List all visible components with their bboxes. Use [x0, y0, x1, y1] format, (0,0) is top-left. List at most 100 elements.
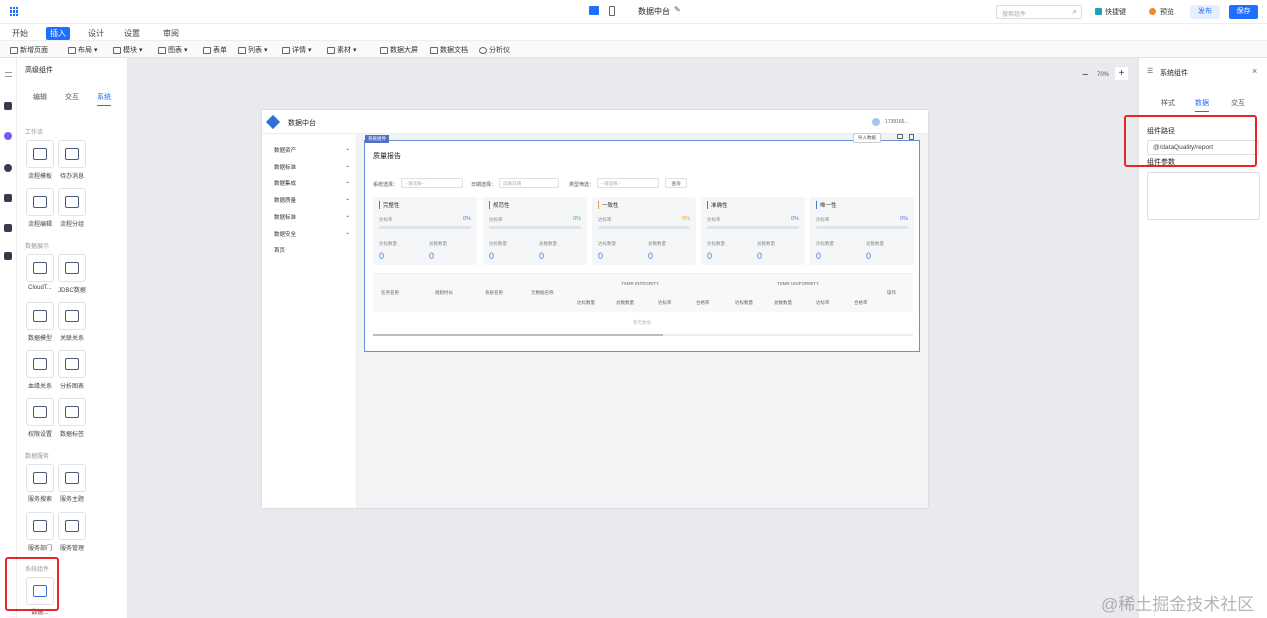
query-button[interactable]: 查询	[665, 178, 687, 188]
component-flow-template[interactable]	[26, 140, 54, 168]
component-data-model[interactable]	[26, 302, 54, 330]
nav-item[interactable]: 数据标准 ⌄	[274, 163, 350, 171]
tool-label: 详情 ▾	[292, 47, 312, 54]
scrollbar-thumb[interactable]	[373, 334, 663, 336]
component-data-tag[interactable]	[58, 398, 86, 426]
tool-analyzer[interactable]: 分析仪	[479, 45, 510, 55]
section-title: 数据服务	[25, 454, 50, 460]
metric-pass-value: 0	[707, 251, 713, 261]
nav-item[interactable]: 数据安全 ⌄	[274, 230, 350, 238]
component-relation[interactable]	[58, 302, 86, 330]
metric-progress-bar	[816, 226, 908, 229]
tab-data[interactable]: 数据	[1195, 98, 1209, 112]
layout-icon	[68, 46, 76, 54]
component-flow-edit[interactable]	[26, 188, 54, 216]
menu-review[interactable]: 审阅	[159, 27, 183, 40]
component-cloudt[interactable]	[26, 254, 54, 282]
table-scrollbar[interactable]	[373, 334, 913, 336]
component-permission[interactable]	[26, 398, 54, 426]
report-title: 质量报告	[373, 153, 401, 160]
tool-module[interactable]: 模块 ▾	[113, 45, 142, 55]
properties-panel: ☰ 系统组件 × 样式 数据 交互 组件路径 @/dataQuality/rep…	[1124, 58, 1267, 618]
nav-item-home[interactable]: 首页	[274, 246, 350, 254]
metric-total-value: 0	[866, 251, 872, 261]
shortcut-button[interactable]: 快捷键	[1105, 7, 1126, 17]
zoom-out-button[interactable]: −	[1082, 69, 1088, 81]
chart-icon	[158, 46, 166, 54]
user-avatar[interactable]	[872, 118, 880, 126]
flow-rail-icon[interactable]	[4, 224, 12, 232]
tool-form[interactable]: 表单	[203, 45, 227, 55]
menu-start[interactable]: 开始	[8, 27, 32, 40]
page-preview[interactable]: 数据中台 1738166... 数据资产 ⌄ 数据标准 ⌄ 数据集成 ⌄ 数据质量 ⌄ …	[262, 110, 928, 508]
tab-system[interactable]: 系统	[97, 92, 111, 106]
save-button[interactable]: 保存	[1229, 5, 1258, 19]
tool-assets[interactable]: 素材 ▾	[327, 45, 356, 55]
component-service-dept[interactable]	[26, 512, 54, 540]
type-select[interactable]: --请选择--	[597, 178, 659, 188]
desktop-icon[interactable]	[589, 6, 599, 15]
component-flow-group[interactable]	[58, 188, 86, 216]
nav-item[interactable]: 数据质量 ⌄	[274, 196, 350, 204]
metric-total-value: 0	[648, 251, 654, 261]
layout-rail-icon[interactable]	[4, 102, 12, 110]
nav-item[interactable]: 数据资产 ⌄	[274, 146, 350, 154]
insert-toolbar: 新增页面 布局 ▾ 模块 ▾ 图表 ▾ 表单 列表 ▾ 详情 ▾ 素材 ▾ 数据…	[0, 40, 1267, 58]
publish-button[interactable]: 发布	[1190, 5, 1220, 19]
zoom-in-button[interactable]: +	[1115, 67, 1128, 80]
nav-item[interactable]: 数据标准 ⌄	[274, 213, 350, 221]
system-select[interactable]: --请选择--	[401, 178, 463, 188]
delete-icon[interactable]	[909, 134, 914, 140]
component-label: 血缘关系	[27, 384, 52, 390]
metric-total-label: 总数数量	[648, 241, 666, 246]
component-search-input[interactable]: 搜索组件 ⌕	[996, 5, 1082, 19]
shortcut-icon	[1095, 8, 1102, 15]
import-data-button[interactable]: 导入数据	[853, 133, 881, 143]
tool-chart[interactable]: 图表 ▾	[158, 45, 187, 55]
tool-new-page[interactable]: 新增页面	[10, 45, 48, 55]
component-service-topic[interactable]	[58, 464, 86, 492]
tool-list[interactable]: 列表 ▾	[238, 45, 267, 55]
database-rail-icon[interactable]	[4, 194, 12, 202]
tab-interact[interactable]: 交互	[65, 92, 79, 102]
preview-sidebar: 数据资产 ⌄ 数据标准 ⌄ 数据集成 ⌄ 数据质量 ⌄ 数据标准 ⌄ 数据安全 ⌄ 首页	[262, 134, 357, 508]
metric-name: 唯一性	[816, 201, 837, 209]
metric-total-label: 总数数量	[539, 241, 557, 246]
copy-icon[interactable]	[897, 134, 903, 139]
tool-layout[interactable]: 布局 ▾	[68, 45, 97, 55]
mobile-icon[interactable]	[609, 6, 615, 16]
cube-rail-icon[interactable]	[4, 252, 12, 260]
component-analysis-chart[interactable]	[58, 350, 86, 378]
component-params-textarea[interactable]	[1147, 172, 1260, 220]
tab-edit[interactable]: 编辑	[33, 92, 47, 102]
apps-grid-icon[interactable]	[10, 7, 19, 16]
nav-item[interactable]: 数据集成 ⌄	[274, 179, 350, 187]
component-lineage[interactable]	[26, 350, 54, 378]
metric-total-value: 0	[539, 251, 545, 261]
chart-rail-icon[interactable]	[4, 164, 12, 172]
component-jdbc[interactable]	[58, 254, 86, 282]
menu-design[interactable]: 设计	[84, 27, 108, 40]
quality-report-component[interactable]: 系统组件 导入数据 质量报告 系统选择： --请选择-- 日期选择： 选择日期 …	[364, 133, 920, 352]
tool-label: 数据大屏	[390, 47, 418, 54]
component-rail-icon[interactable]	[4, 132, 12, 140]
metric-card: 规范性 达标率 0% 达标数量 总数数量 0 0	[483, 197, 587, 265]
component-label: 数据标签	[59, 432, 84, 438]
tab-style[interactable]: 样式	[1161, 98, 1175, 108]
flow-edit-icon	[33, 196, 47, 208]
component-service-manage[interactable]	[58, 512, 86, 540]
tab-interaction[interactable]: 交互	[1231, 98, 1245, 108]
tool-data-doc[interactable]: 数据文档	[430, 45, 468, 55]
chevron-down-icon: ⌄	[345, 179, 350, 185]
date-picker[interactable]: 选择日期	[499, 178, 559, 188]
tool-big-screen[interactable]: 数据大屏	[380, 45, 418, 55]
menu-insert[interactable]: 插入	[46, 27, 70, 40]
close-icon[interactable]: ×	[1252, 66, 1257, 76]
preview-button[interactable]: 预览	[1160, 7, 1174, 17]
collapse-icon[interactable]	[5, 72, 12, 77]
tool-detail[interactable]: 详情 ▾	[282, 45, 311, 55]
menu-settings[interactable]: 设置	[120, 27, 144, 40]
component-todo-message[interactable]	[58, 140, 86, 168]
edit-icon[interactable]: ✎	[674, 5, 681, 14]
component-service-search[interactable]	[26, 464, 54, 492]
